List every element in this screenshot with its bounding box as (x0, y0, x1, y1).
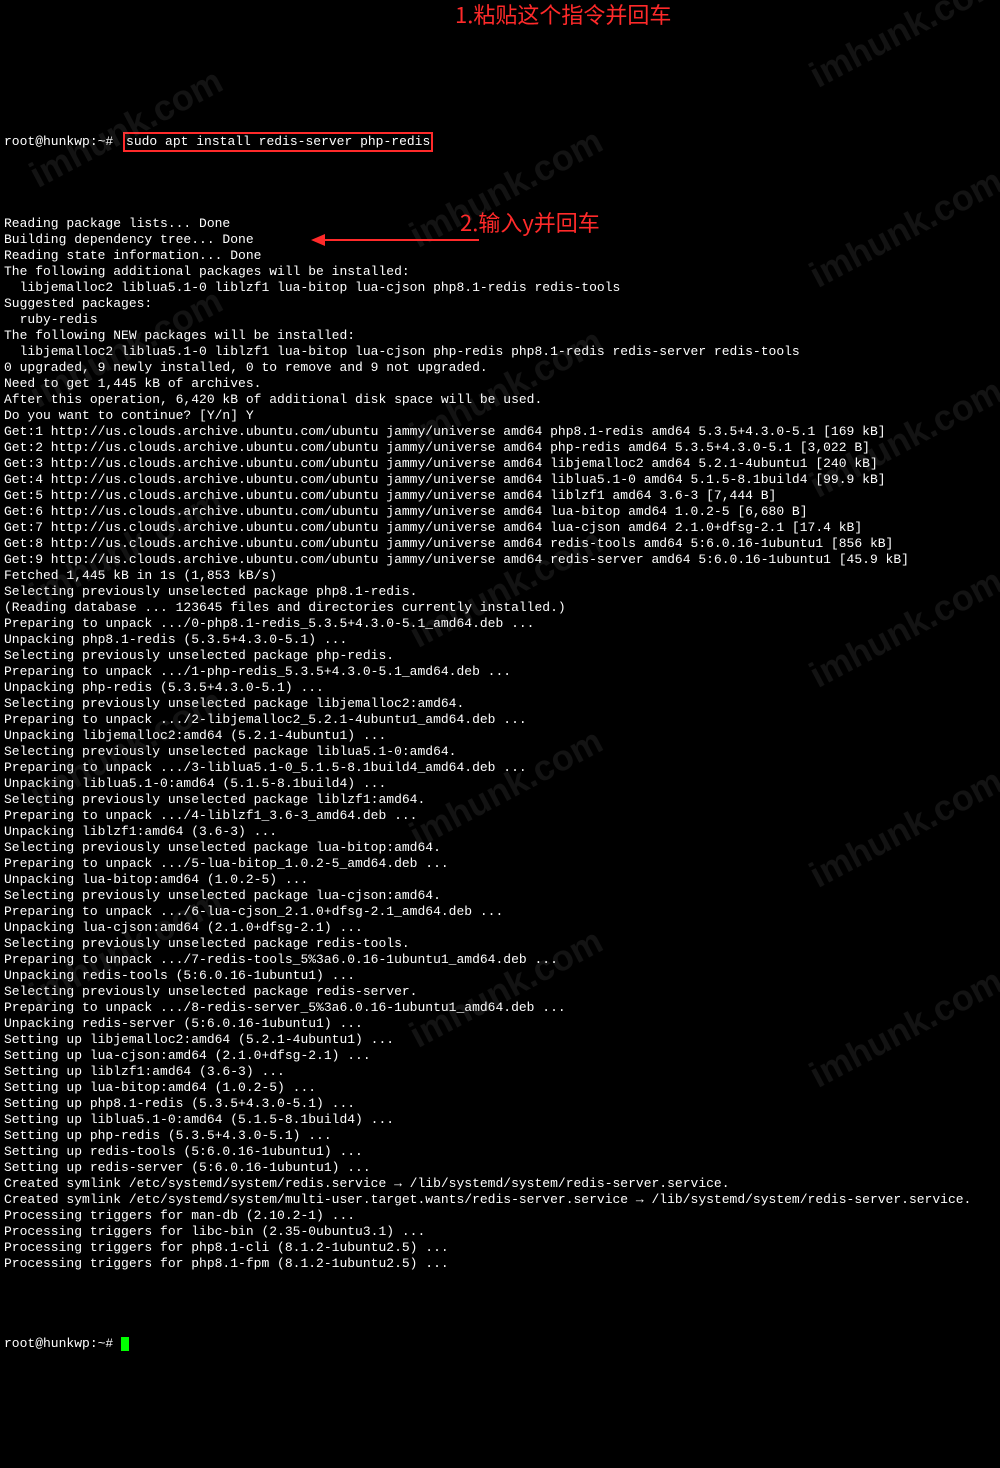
terminal-output-line: Unpacking liblua5.1-0:amd64 (5.1.5-8.1bu… (4, 776, 996, 792)
terminal-output-line: Do you want to continue? [Y/n] Y (4, 408, 996, 424)
terminal-output-line: ruby-redis (4, 312, 996, 328)
terminal-output-line: Get:6 http://us.clouds.archive.ubuntu.co… (4, 504, 996, 520)
prompt-line-1: root@hunkwp:~# sudo apt install redis-se… (4, 132, 996, 152)
terminal-output-line: Get:1 http://us.clouds.archive.ubuntu.co… (4, 424, 996, 440)
terminal-output-line: Get:8 http://us.clouds.archive.ubuntu.co… (4, 536, 996, 552)
prompt-line-2[interactable]: root@hunkwp:~# (4, 1336, 996, 1352)
terminal-output-line: Get:4 http://us.clouds.archive.ubuntu.co… (4, 472, 996, 488)
terminal-output-line: Setting up redis-server (5:6.0.16-1ubunt… (4, 1160, 996, 1176)
terminal-output-line: Preparing to unpack .../7-redis-tools_5%… (4, 952, 996, 968)
terminal-output-line: Fetched 1,445 kB in 1s (1,853 kB/s) (4, 568, 996, 584)
terminal-output-line: Selecting previously unselected package … (4, 696, 996, 712)
typed-command: sudo apt install redis-server php-redis (126, 134, 430, 149)
terminal-output-line: Reading state information... Done (4, 248, 996, 264)
terminal-output-line: Unpacking liblzf1:amd64 (3.6-3) ... (4, 824, 996, 840)
terminal-output-line: libjemalloc2 liblua5.1-0 liblzf1 lua-bit… (4, 344, 996, 360)
terminal-output-line: Setting up lua-cjson:amd64 (2.1.0+dfsg-2… (4, 1048, 996, 1064)
terminal-output-line: Preparing to unpack .../0-php8.1-redis_5… (4, 616, 996, 632)
terminal-output-line: The following additional packages will b… (4, 264, 996, 280)
terminal-output-line: Unpacking php-redis (5.3.5+4.3.0-5.1) ..… (4, 680, 996, 696)
annotation-step1: 1.粘贴这个指令并回车 (455, 2, 671, 26)
terminal-output-line: Created symlink /etc/systemd/system/redi… (4, 1176, 996, 1192)
terminal-output-line: Unpacking php8.1-redis (5.3.5+4.3.0-5.1)… (4, 632, 996, 648)
terminal-output-line: (Reading database ... 123645 files and d… (4, 600, 996, 616)
terminal-output-line: Suggested packages: (4, 296, 996, 312)
terminal-output-line: Get:7 http://us.clouds.archive.ubuntu.co… (4, 520, 996, 536)
terminal-output-line: Unpacking lua-cjson:amd64 (2.1.0+dfsg-2.… (4, 920, 996, 936)
terminal-output-line: Unpacking libjemalloc2:amd64 (5.2.1-4ubu… (4, 728, 996, 744)
terminal-output-line: Processing triggers for php8.1-cli (8.1.… (4, 1240, 996, 1256)
terminal-output-line: Selecting previously unselected package … (4, 792, 996, 808)
terminal-output-line: The following NEW packages will be insta… (4, 328, 996, 344)
terminal-output-line: Get:5 http://us.clouds.archive.ubuntu.co… (4, 488, 996, 504)
terminal-output-line: Processing triggers for php8.1-fpm (8.1.… (4, 1256, 996, 1272)
terminal-output-line: Created symlink /etc/systemd/system/mult… (4, 1192, 996, 1208)
terminal-output-line: Setting up redis-tools (5:6.0.16-1ubuntu… (4, 1144, 996, 1160)
terminal-output-line: Setting up lua-bitop:amd64 (1.0.2-5) ... (4, 1080, 996, 1096)
terminal-output-line: Setting up php-redis (5.3.5+4.3.0-5.1) .… (4, 1128, 996, 1144)
terminal-output-line: Selecting previously unselected package … (4, 888, 996, 904)
terminal-output-line: Processing triggers for man-db (2.10.2-1… (4, 1208, 996, 1224)
terminal-output-line: Selecting previously unselected package … (4, 984, 996, 1000)
terminal-output-line: Unpacking redis-server (5:6.0.16-1ubuntu… (4, 1016, 996, 1032)
terminal-window[interactable]: imhunk.comimhunk.comimhunk.comimhunk.com… (0, 0, 1000, 1468)
terminal-output-line: Selecting previously unselected package … (4, 648, 996, 664)
terminal-output-line: Preparing to unpack .../1-php-redis_5.3.… (4, 664, 996, 680)
terminal-output-line: After this operation, 6,420 kB of additi… (4, 392, 996, 408)
command-highlight-box: sudo apt install redis-server php-redis (123, 132, 433, 152)
terminal-output-line: Get:2 http://us.clouds.archive.ubuntu.co… (4, 440, 996, 456)
terminal-output-line: Selecting previously unselected package … (4, 744, 996, 760)
terminal-output: Reading package lists... DoneBuilding de… (4, 216, 996, 1272)
arrow-left-icon (280, 216, 450, 232)
terminal-output-line: Processing triggers for libc-bin (2.35-0… (4, 1224, 996, 1240)
watermark-text: imhunk.com (29, 71, 224, 185)
annotation-step2: 2.输入y并回车 (460, 210, 600, 234)
terminal-output-line: libjemalloc2 liblua5.1-0 liblzf1 lua-bit… (4, 280, 996, 296)
terminal-output-line: Preparing to unpack .../5-lua-bitop_1.0.… (4, 856, 996, 872)
terminal-output-line: Selecting previously unselected package … (4, 584, 996, 600)
watermark-text: imhunk.com (809, 0, 1000, 85)
terminal-output-line: Setting up liblua5.1-0:amd64 (5.1.5-8.1b… (4, 1112, 996, 1128)
terminal-output-line: Get:3 http://us.clouds.archive.ubuntu.co… (4, 456, 996, 472)
shell-prompt: root@hunkwp:~# (4, 134, 113, 149)
shell-prompt: root@hunkwp:~# (4, 1336, 113, 1351)
terminal-output-line: Selecting previously unselected package … (4, 936, 996, 952)
terminal-output-line: Setting up libjemalloc2:amd64 (5.2.1-4ub… (4, 1032, 996, 1048)
terminal-output-line: Selecting previously unselected package … (4, 840, 996, 856)
terminal-output-line: Preparing to unpack .../6-lua-cjson_2.1.… (4, 904, 996, 920)
terminal-output-line: Preparing to unpack .../4-liblzf1_3.6-3_… (4, 808, 996, 824)
terminal-output-line: Preparing to unpack .../8-redis-server_5… (4, 1000, 996, 1016)
terminal-output-line: Setting up php8.1-redis (5.3.5+4.3.0-5.1… (4, 1096, 996, 1112)
terminal-output-line: Setting up liblzf1:amd64 (3.6-3) ... (4, 1064, 996, 1080)
terminal-output-line: Get:9 http://us.clouds.archive.ubuntu.co… (4, 552, 996, 568)
terminal-output-line: Unpacking redis-tools (5:6.0.16-1ubuntu1… (4, 968, 996, 984)
terminal-output-line: Unpacking lua-bitop:amd64 (1.0.2-5) ... (4, 872, 996, 888)
terminal-output-line: 0 upgraded, 9 newly installed, 0 to remo… (4, 360, 996, 376)
terminal-output-line: Preparing to unpack .../3-liblua5.1-0_5.… (4, 760, 996, 776)
terminal-output-line: Need to get 1,445 kB of archives. (4, 376, 996, 392)
terminal-output-line: Preparing to unpack .../2-libjemalloc2_5… (4, 712, 996, 728)
cursor-icon (121, 1337, 129, 1351)
